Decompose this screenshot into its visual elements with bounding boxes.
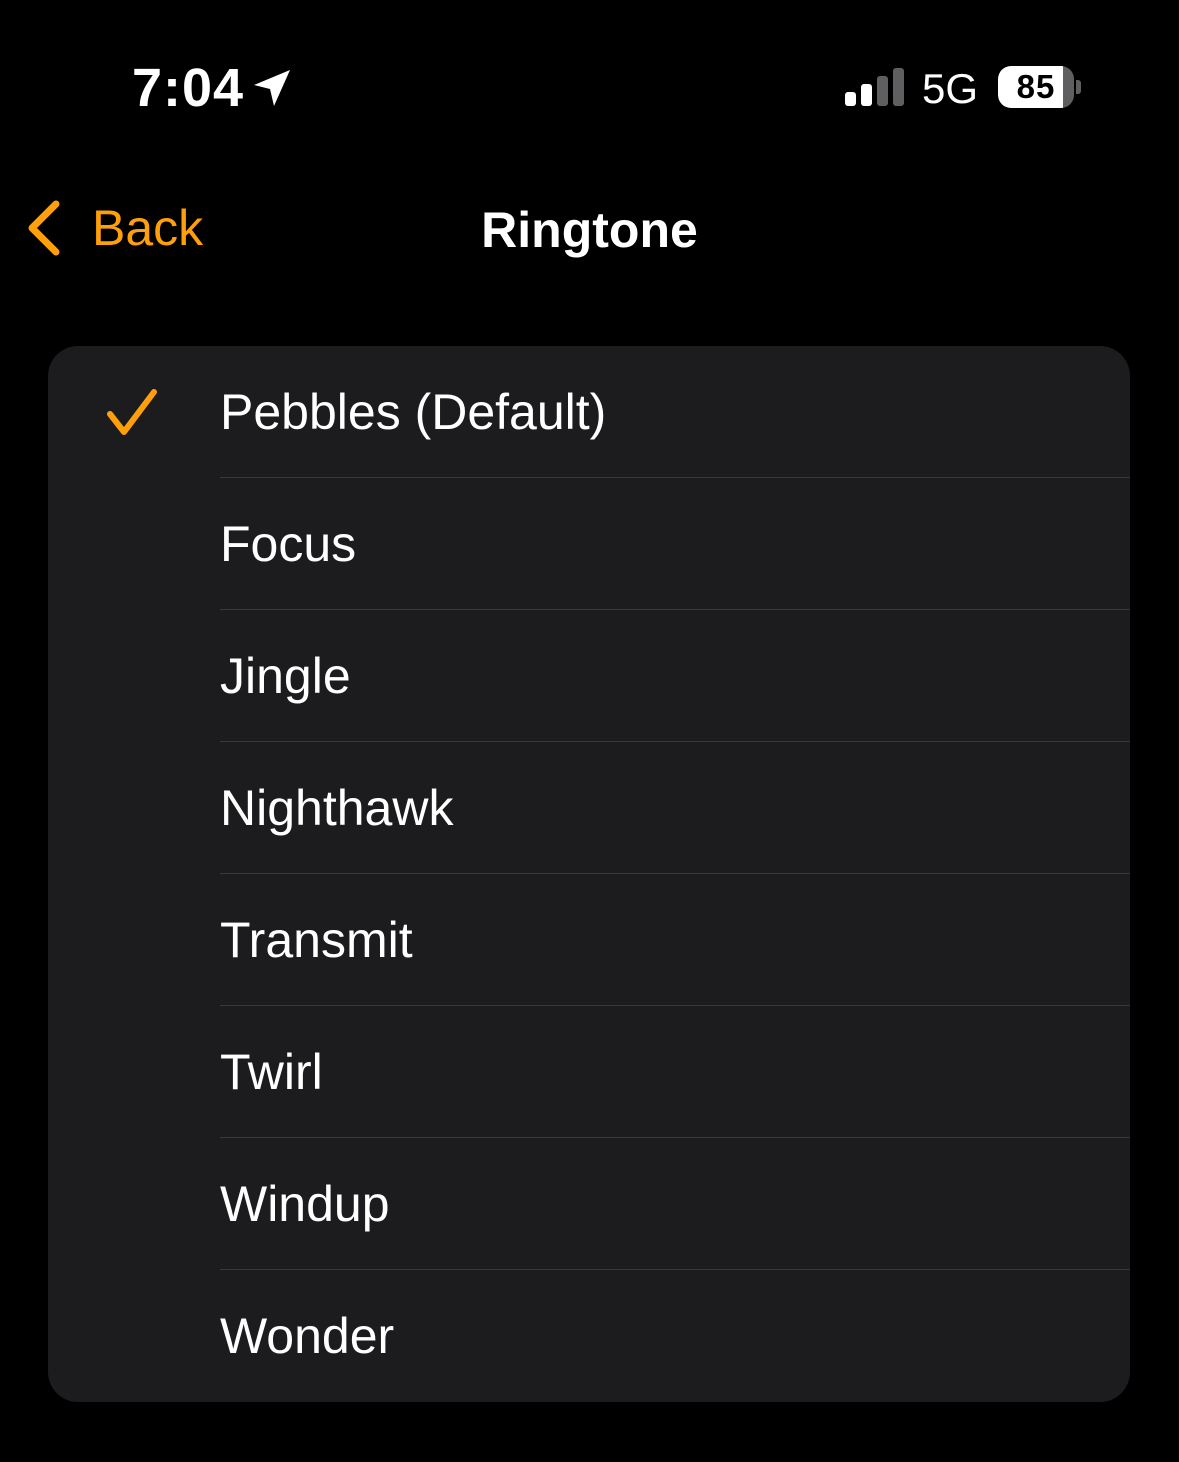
chevron-left-icon [28,200,60,256]
ringtone-item-wonder[interactable]: Wonder [48,1270,1130,1402]
battery-icon: 85 [998,66,1084,110]
ringtone-label: Pebbles (Default) [220,384,607,440]
ringtone-item-twirl[interactable]: Twirl [48,1006,1130,1138]
ringtone-item-nighthawk[interactable]: Nighthawk [48,742,1130,874]
battery-level-label: 85 [1016,68,1056,105]
cellular-signal-icon [845,68,904,106]
ringtone-label: Wonder [220,1308,395,1364]
navigation-bar: Ringtone Back [0,180,1179,280]
ringtone-label: Windup [220,1176,390,1232]
ringtone-label: Nighthawk [220,780,454,836]
ringtone-item-transmit[interactable]: Transmit [48,874,1130,1006]
ringtone-label: Jingle [220,648,351,704]
ringtone-list: Pebbles (Default) Focus Jingle Nighthawk… [48,346,1130,1402]
status-time: 7:04 [132,58,245,118]
ringtone-label: Twirl [220,1044,323,1100]
ringtone-item-focus[interactable]: Focus [48,478,1130,610]
battery-cap [1076,80,1081,94]
back-button[interactable]: Back [24,196,203,260]
network-type-label: 5G [922,65,979,112]
location-arrow-icon [254,70,290,106]
ringtone-label: Focus [220,516,357,572]
ringtone-item-jingle[interactable]: Jingle [48,610,1130,742]
checkmark-icon [107,389,157,435]
status-bar: 7:04 5G 85 [0,0,1179,150]
back-button-label: Back [92,200,204,256]
ringtone-item-windup[interactable]: Windup [48,1138,1130,1270]
battery-body: 85 [998,66,1074,108]
ringtone-label: Transmit [220,912,413,968]
ringtone-item-pebbles[interactable]: Pebbles (Default) [48,346,1130,478]
